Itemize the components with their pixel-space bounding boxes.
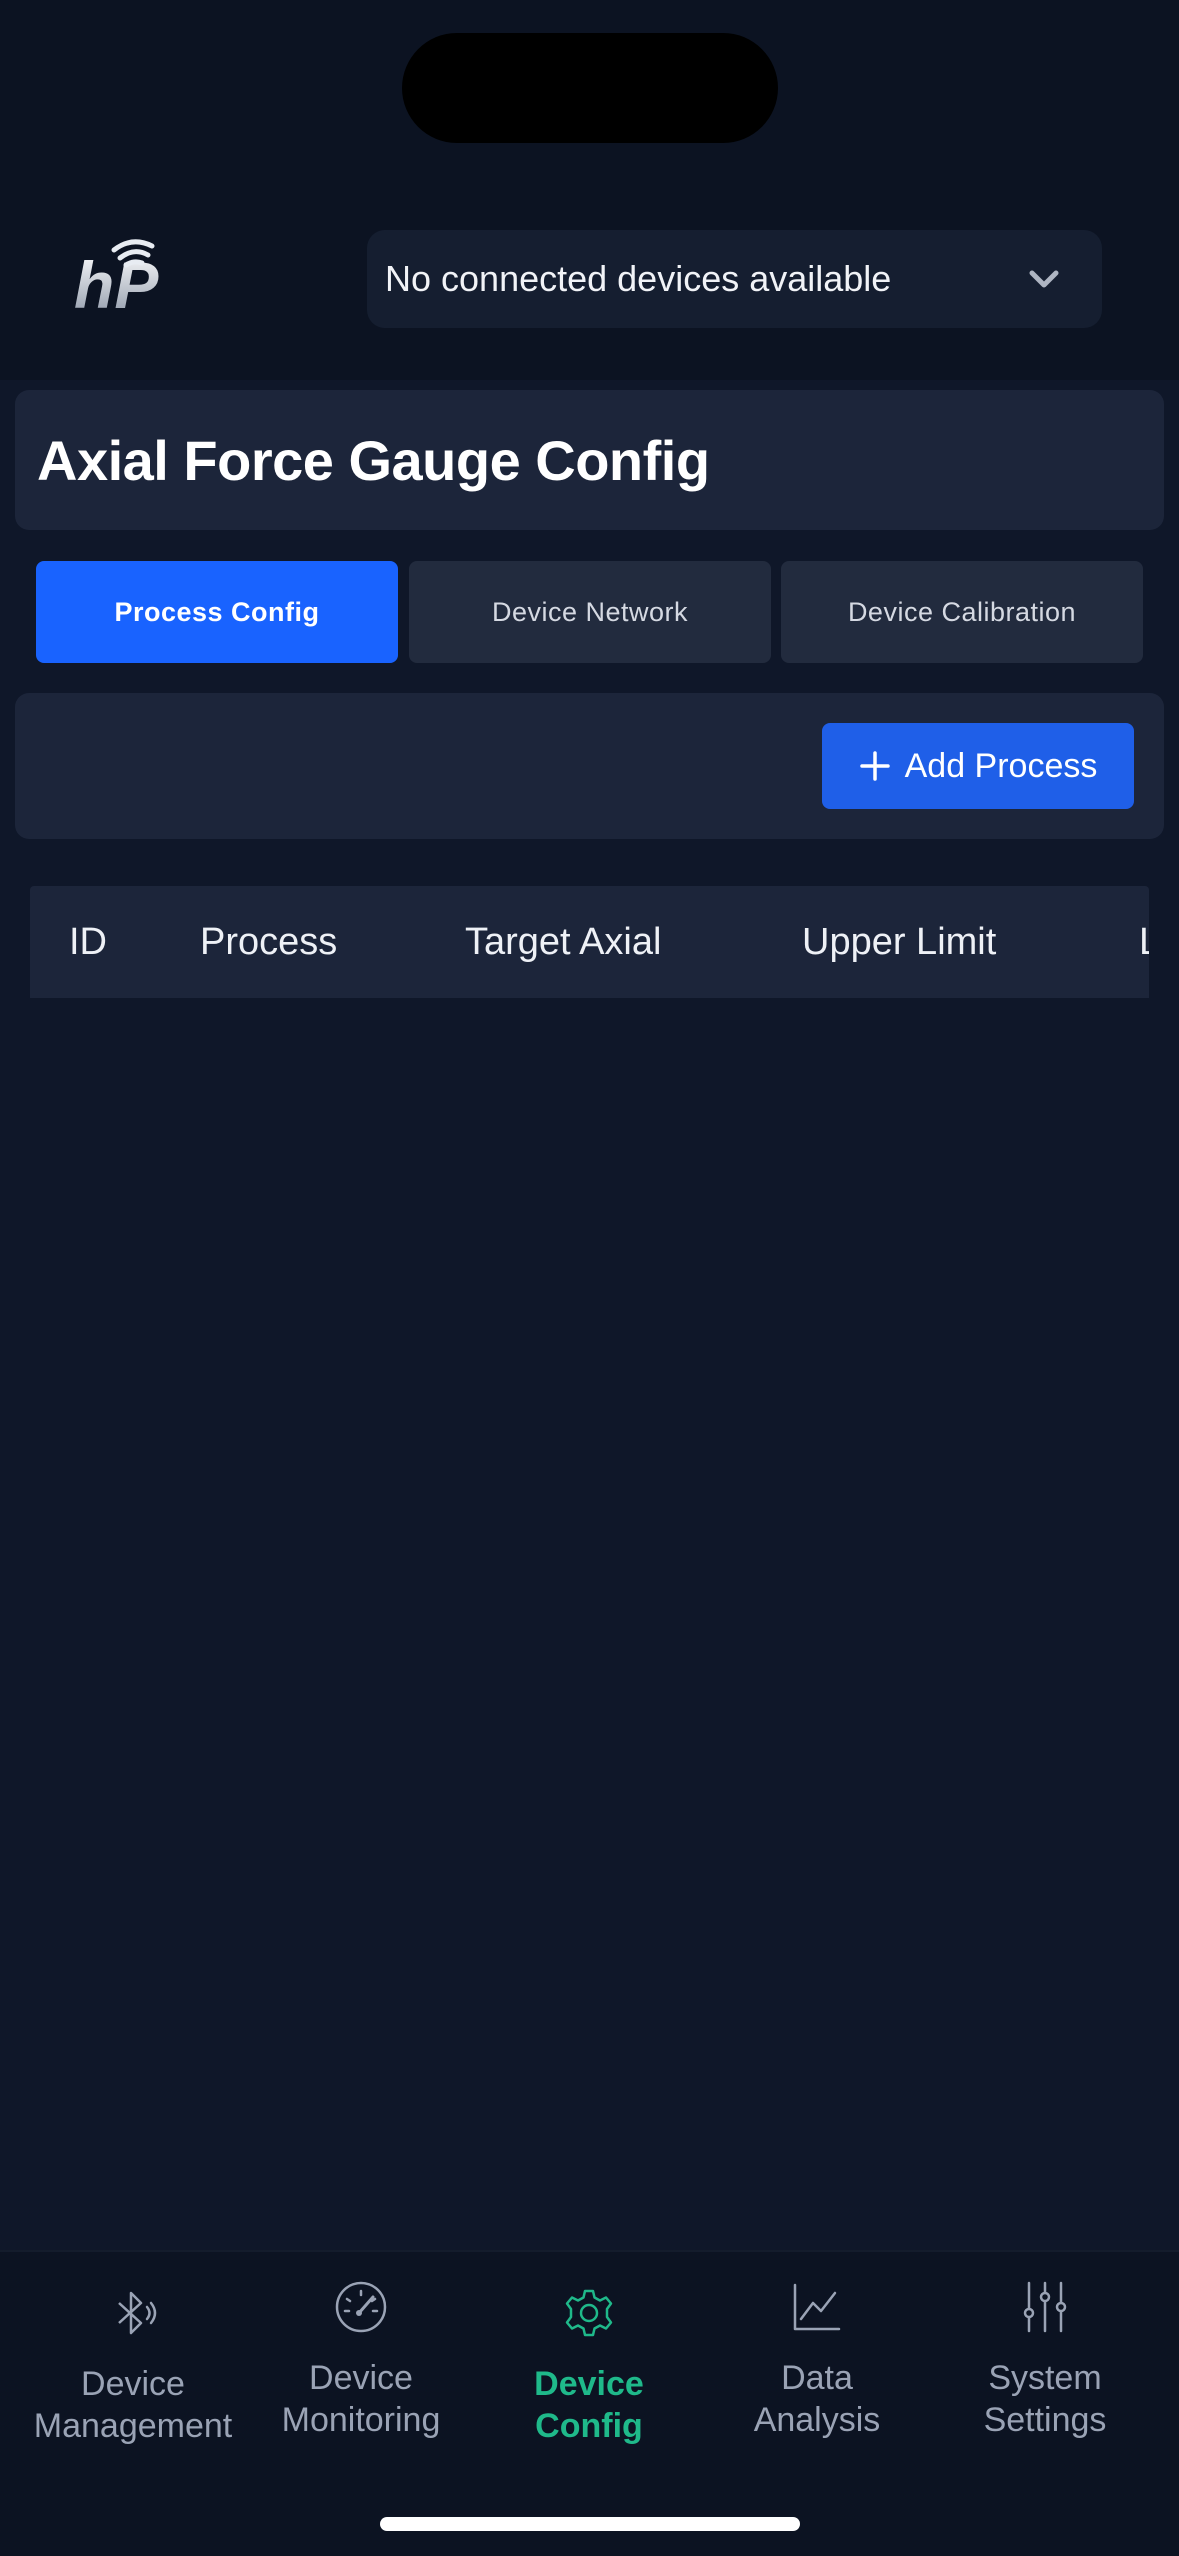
nav-data-analysis[interactable]: Data Analysis [703, 2252, 931, 2492]
nav-device-config[interactable]: Device Config [475, 2252, 703, 2492]
nav-system-settings[interactable]: System Settings [931, 2252, 1159, 2492]
nav-label: Device Config [534, 2365, 644, 2445]
home-indicator[interactable] [380, 2517, 800, 2531]
header: hP No connected devices available [0, 0, 1179, 380]
process-table-header: ID Process Target Axial Upper Limit L [30, 886, 1149, 998]
tab-device-network[interactable]: Device Network [409, 561, 771, 663]
nav-device-management[interactable]: Device Management [19, 2252, 247, 2492]
chevron-down-icon [1029, 270, 1059, 288]
nav-label: Device Monitoring [281, 2359, 441, 2439]
add-process-label: Add Process [904, 746, 1098, 785]
column-header-process[interactable]: Process [200, 886, 337, 998]
column-header-lower-limit[interactable]: L [1139, 886, 1149, 998]
dynamic-island [402, 33, 778, 143]
bottom-nav: Device Management Device Monitoring Devi… [0, 2250, 1179, 2556]
page-title: Axial Force Gauge Config [37, 428, 710, 492]
page-title-card: Axial Force Gauge Config [15, 390, 1164, 530]
device-select[interactable]: No connected devices available [367, 230, 1102, 328]
svg-text:hP: hP [74, 248, 159, 316]
plus-icon [859, 751, 890, 781]
column-header-upper-limit[interactable]: Upper Limit [802, 886, 996, 998]
bluetooth-icon [118, 2291, 157, 2335]
tab-process-config[interactable]: Process Config [36, 561, 398, 663]
sliders-icon [1023, 2281, 1067, 2333]
column-header-id[interactable]: ID [69, 886, 107, 998]
nav-label: Data Analysis [753, 2359, 881, 2439]
tab-device-calibration[interactable]: Device Calibration [781, 561, 1143, 663]
add-process-button[interactable]: Add Process [822, 723, 1134, 809]
action-bar: Add Process [15, 693, 1164, 839]
nav-device-monitoring[interactable]: Device Monitoring [247, 2252, 475, 2492]
column-header-target-axial[interactable]: Target Axial [465, 886, 661, 998]
gear-icon [565, 2289, 613, 2337]
nav-label: System Settings [983, 2359, 1107, 2439]
device-select-value: No connected devices available [385, 258, 892, 299]
app-root: hP No connected devices available Axial … [0, 0, 1179, 2556]
gauge-icon [335, 2281, 387, 2333]
nav-label: Device Management [33, 2365, 233, 2445]
app-logo: hP [74, 239, 159, 316]
line-chart-icon [793, 2283, 841, 2331]
